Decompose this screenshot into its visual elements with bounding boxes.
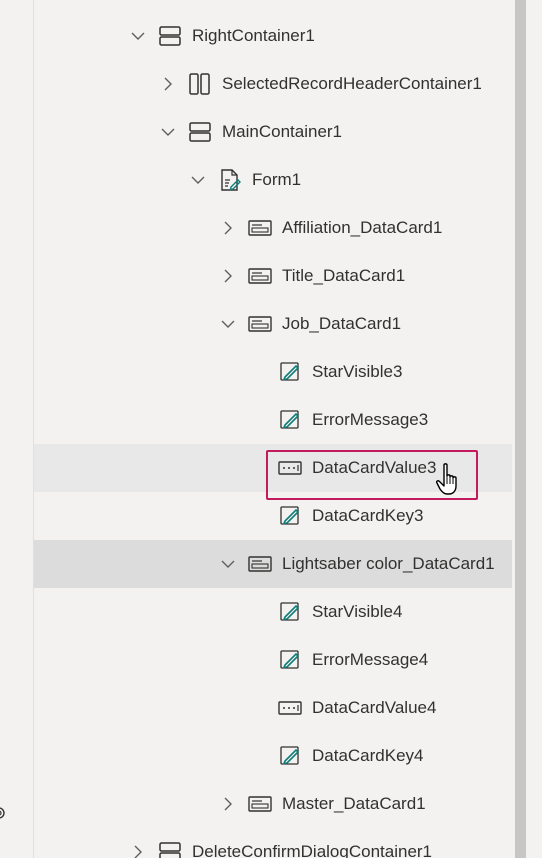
tree-item-label: StarVisible4 bbox=[312, 602, 403, 621]
tree-item-label: Master_DataCard1 bbox=[282, 794, 426, 813]
chevron-right-icon[interactable] bbox=[220, 796, 236, 812]
hand-cursor-icon bbox=[436, 463, 457, 495]
label-edit-icon bbox=[280, 506, 300, 525]
datacard-icon bbox=[248, 556, 272, 572]
tree-item-affiliation-datacard1[interactable]: Affiliation_DataCard1 bbox=[34, 204, 512, 252]
chevron-down-icon[interactable] bbox=[190, 172, 206, 188]
tree-item-title-datacard1[interactable]: Title_DataCard1 bbox=[34, 252, 512, 300]
tree-item-label: ErrorMessage3 bbox=[312, 410, 429, 429]
tree-item-datacardvalue4[interactable]: DataCardValue4 bbox=[34, 684, 512, 732]
tree-item-label: DataCardValue4 bbox=[312, 698, 437, 717]
tree-item-label: StarVisible3 bbox=[312, 362, 403, 381]
datacard-icon bbox=[248, 220, 272, 236]
chevron-right-icon[interactable] bbox=[220, 268, 236, 284]
label-edit-icon bbox=[280, 410, 300, 429]
label-edit-icon bbox=[280, 362, 300, 381]
tree-item-job-datacard1[interactable]: Job_DataCard1 bbox=[34, 300, 512, 348]
tree-view: RightContainer1 SelectedRecordHeaderCont… bbox=[34, 0, 512, 858]
tree-item-label: DataCardKey4 bbox=[312, 746, 424, 765]
tree-item-rightcontainer1[interactable]: RightContainer1 bbox=[34, 12, 512, 60]
tree-item-datacardkey4[interactable]: DataCardKey4 bbox=[34, 732, 512, 780]
vertical-container-icon bbox=[189, 122, 211, 142]
tree-item-errormessage4[interactable]: ErrorMessage4 bbox=[34, 636, 512, 684]
tree-item-label: SelectedRecordHeaderContainer1 bbox=[222, 74, 482, 93]
tree-item-selectedrecordheadercontainer1[interactable]: SelectedRecordHeaderContainer1 bbox=[34, 60, 512, 108]
tree-item-label: Title_DataCard1 bbox=[282, 266, 406, 285]
tree-item-label: MainContainer1 bbox=[222, 122, 343, 141]
tree-item-master-datacard1[interactable]: Master_DataCard1 bbox=[34, 780, 512, 828]
scrollbar-thumb[interactable] bbox=[515, 0, 526, 858]
chevron-down-icon[interactable] bbox=[130, 28, 146, 44]
tree-item-label: ErrorMessage4 bbox=[312, 650, 429, 669]
gear-icon[interactable] bbox=[0, 804, 8, 822]
tree-item-lightsaber-color-datacard1[interactable]: Lightsaber color_DataCard1 bbox=[34, 540, 512, 588]
form-icon bbox=[221, 169, 241, 191]
chevron-down-icon[interactable] bbox=[160, 124, 176, 140]
tree-item-label: DataCardKey3 bbox=[312, 506, 424, 525]
tree-item-label: RightContainer1 bbox=[192, 26, 315, 45]
datacard-icon bbox=[248, 316, 272, 332]
text-input-icon bbox=[278, 701, 302, 715]
tree-item-label: DeleteConfirmDialogContainer1 bbox=[192, 842, 433, 858]
tree-item-label: Lightsaber color_DataCard1 bbox=[282, 554, 495, 573]
tree-item-label: Job_DataCard1 bbox=[282, 314, 402, 333]
tree-item-label: Form1 bbox=[252, 170, 302, 189]
chevron-right-icon[interactable] bbox=[220, 220, 236, 236]
label-edit-icon bbox=[280, 650, 300, 669]
datacard-icon bbox=[248, 796, 272, 812]
tree-item-form1[interactable]: Form1 bbox=[34, 156, 512, 204]
vertical-container-icon bbox=[159, 842, 181, 858]
horizontal-container-icon bbox=[189, 73, 210, 95]
tree-item-deleteconfirmdialogcontainer1[interactable]: DeleteConfirmDialogContainer1 bbox=[34, 828, 512, 858]
chevron-down-icon[interactable] bbox=[220, 556, 236, 572]
label-edit-icon bbox=[280, 746, 300, 765]
tree-item-starvisible4[interactable]: StarVisible4 bbox=[34, 588, 512, 636]
tree-item-maincontainer1[interactable]: MainContainer1 bbox=[34, 108, 512, 156]
tree-item-errormessage3[interactable]: ErrorMessage3 bbox=[34, 396, 512, 444]
label-edit-icon bbox=[280, 602, 300, 621]
tree-item-label: Affiliation_DataCard1 bbox=[282, 218, 443, 237]
chevron-down-icon[interactable] bbox=[220, 316, 236, 332]
chevron-right-icon[interactable] bbox=[160, 76, 176, 92]
chevron-right-icon[interactable] bbox=[130, 844, 146, 858]
tree-item-starvisible3[interactable]: StarVisible3 bbox=[34, 348, 512, 396]
vertical-container-icon bbox=[159, 26, 181, 46]
datacard-icon bbox=[248, 268, 272, 284]
left-rail bbox=[0, 0, 34, 858]
